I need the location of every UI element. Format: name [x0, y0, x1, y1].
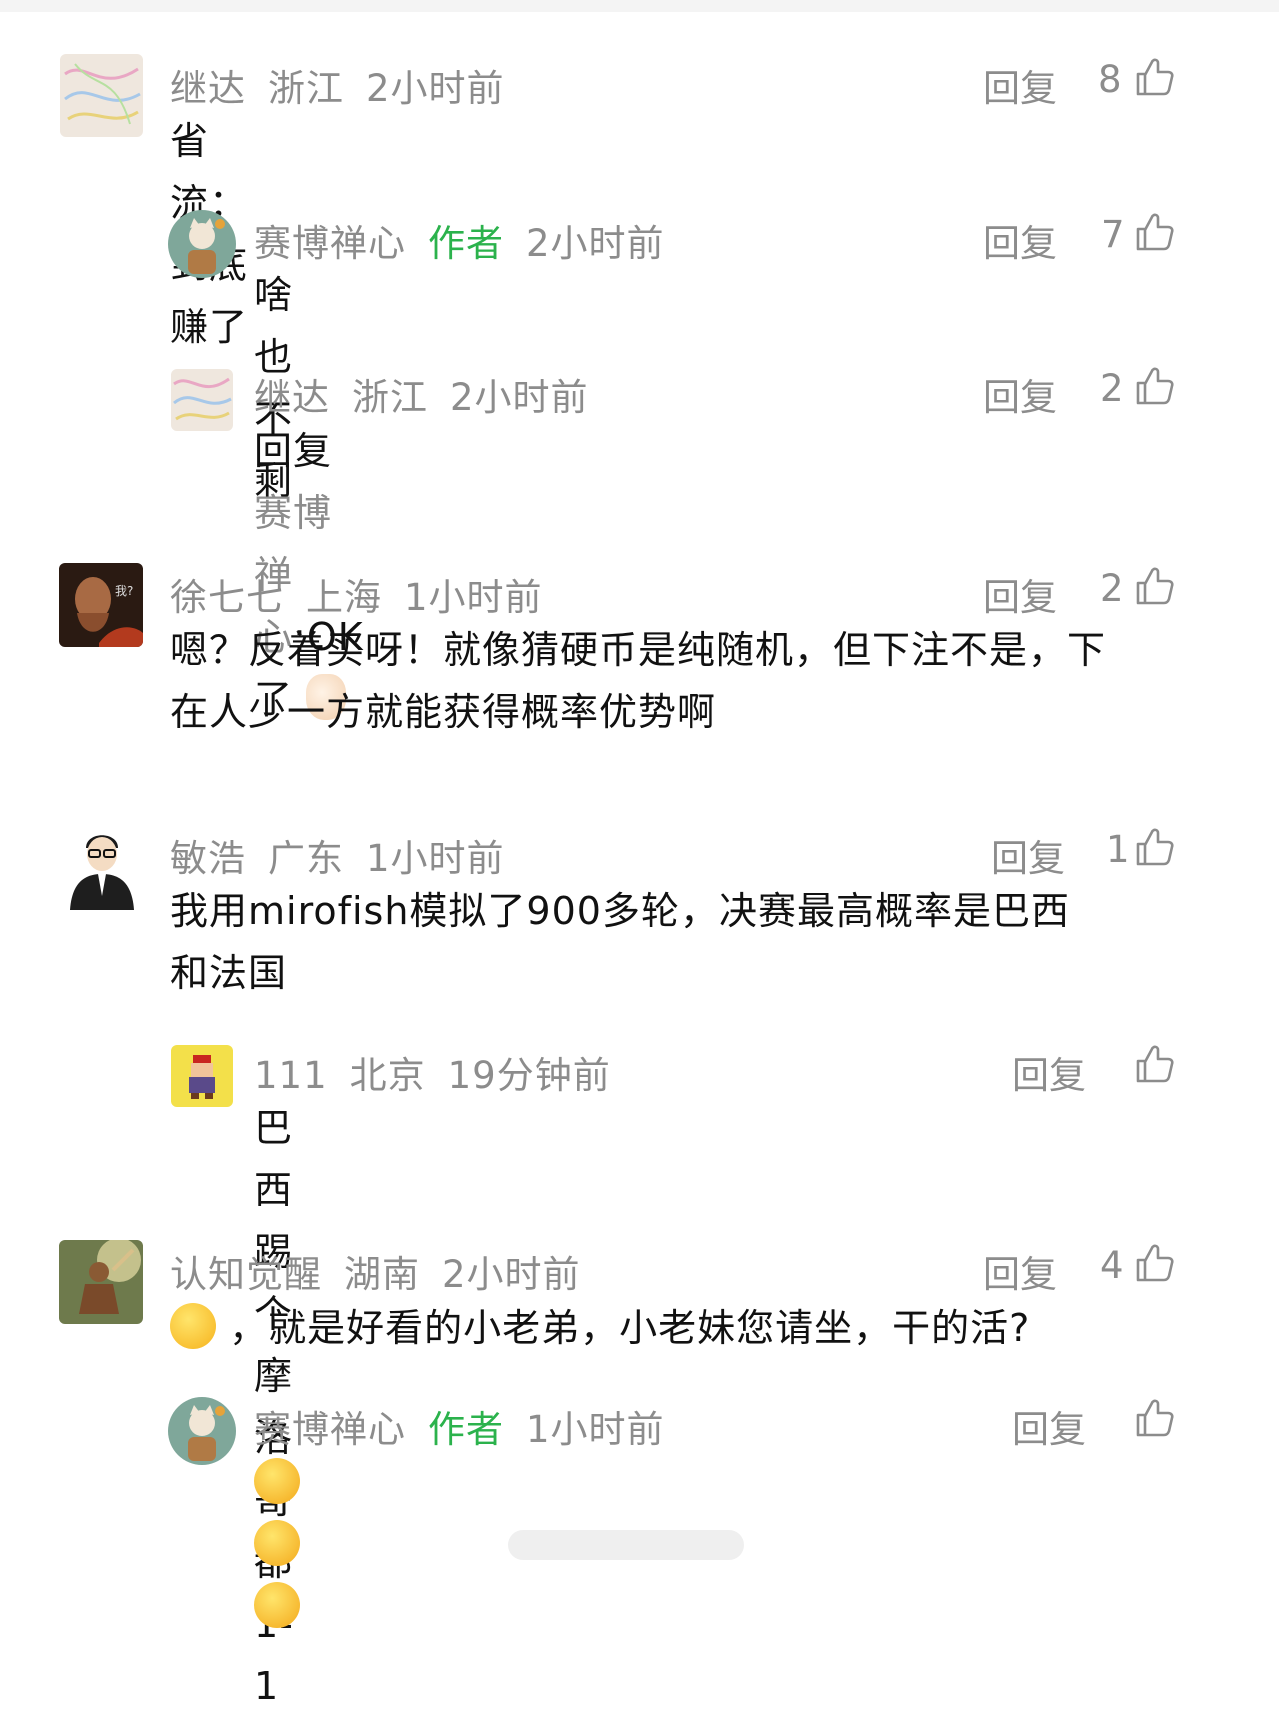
- thumbs-up-icon[interactable]: [1135, 212, 1175, 252]
- comment-text: 嗯？反着买呀！就像猜硬币是纯随机，但下注不是，下 在人少一方就能获得概率优势啊: [170, 619, 1210, 743]
- comment-text: 我用mirofish模拟了900多轮，决赛最高概率是巴西 和法国: [170, 880, 1210, 1004]
- location: 浙江: [268, 67, 344, 110]
- username[interactable]: 继达: [254, 376, 330, 419]
- comment-text-content: ，就是好看的小老弟，小老妹您请坐，干的活?: [229, 1306, 1031, 1350]
- thumbs-up-icon[interactable]: [1135, 57, 1175, 97]
- avatar[interactable]: [168, 210, 236, 278]
- comment-text: [254, 1452, 300, 1638]
- username[interactable]: 赛博禅心: [254, 1408, 406, 1451]
- like-count: 4: [1100, 1244, 1124, 1287]
- comment-text-line: 和法国: [170, 951, 288, 995]
- reply-button[interactable]: 回复: [983, 367, 1057, 421]
- timestamp: 1小时前: [366, 837, 505, 880]
- thumbs-up-icon[interactable]: [1135, 827, 1175, 867]
- reply-button[interactable]: 回复: [983, 213, 1057, 267]
- username[interactable]: 认知觉醒: [170, 1253, 322, 1296]
- avatar[interactable]: [171, 369, 233, 431]
- like-count: 2: [1100, 367, 1124, 410]
- author-badge: 作者: [428, 1408, 504, 1451]
- timestamp: 2小时前: [450, 376, 589, 419]
- username[interactable]: 赛博禅心: [254, 222, 406, 265]
- avatar[interactable]: [59, 1240, 143, 1324]
- author-badge: 作者: [428, 222, 504, 265]
- comment-meta: 继达 浙江 2小时前: [170, 58, 527, 112]
- comment-text-line: 嗯？反着买呀！就像猜硬币是纯随机，但下注不是，下: [170, 628, 1107, 672]
- shy-smile-emoji: [254, 1458, 300, 1504]
- avatar[interactable]: [60, 54, 143, 137]
- top-edge: [0, 0, 1279, 12]
- location: 浙江: [352, 376, 428, 419]
- username[interactable]: 继达: [170, 67, 246, 110]
- comment-meta: 敏浩 广东 1小时前: [170, 828, 527, 882]
- comment-text: ，就是好看的小老弟，小老妹您请坐，干的活?: [170, 1297, 1030, 1359]
- avatar[interactable]: [66, 826, 138, 910]
- timestamp: 19分钟前: [447, 1054, 611, 1097]
- avatar[interactable]: 我?: [59, 563, 143, 647]
- location: 湖南: [344, 1253, 420, 1296]
- thumbs-up-icon[interactable]: [1135, 1398, 1175, 1438]
- comment-text-line: 我用mirofish模拟了900多轮，决赛最高概率是巴西: [170, 889, 1070, 933]
- avatar[interactable]: [168, 1397, 236, 1465]
- location: 广东: [268, 837, 344, 880]
- avatar[interactable]: [171, 1045, 233, 1107]
- thumbs-up-icon[interactable]: [1135, 1044, 1175, 1084]
- avatar-caption: 我?: [115, 584, 133, 598]
- bottom-home-indicator: [508, 1530, 744, 1560]
- username[interactable]: 敏浩: [170, 837, 246, 880]
- shy-smile-emoji: [254, 1520, 300, 1566]
- like-count: 2: [1100, 567, 1124, 610]
- thumbs-up-icon[interactable]: [1135, 566, 1175, 606]
- thumbs-up-icon[interactable]: [1135, 366, 1175, 406]
- like-count: 1: [1106, 828, 1130, 871]
- username[interactable]: 111: [254, 1054, 328, 1097]
- reply-button[interactable]: 回复: [991, 828, 1065, 882]
- thumbs-up-icon[interactable]: [1135, 1243, 1175, 1283]
- comment-meta: 赛博禅心 作者 1小时前: [254, 1399, 687, 1453]
- reply-button[interactable]: 回复: [1012, 1399, 1086, 1453]
- username[interactable]: 徐七七: [170, 576, 284, 619]
- shy-smile-emoji: [254, 1582, 300, 1628]
- timestamp: 1小时前: [526, 1408, 665, 1451]
- reply-button[interactable]: 回复: [983, 1244, 1057, 1298]
- like-count: 7: [1101, 213, 1125, 256]
- location: 上海: [306, 576, 382, 619]
- location: 北京: [349, 1054, 426, 1097]
- reply-prefix: 回复: [254, 429, 333, 473]
- comment-meta: 徐七七 上海 1小时前: [170, 567, 565, 621]
- timestamp: 2小时前: [366, 67, 505, 110]
- reply-button[interactable]: 回复: [1012, 1045, 1086, 1099]
- comment-meta: 继达 浙江 2小时前: [254, 367, 611, 421]
- comment-meta: 111 北京 19分钟前: [254, 1045, 633, 1099]
- reply-button[interactable]: 回复: [983, 58, 1057, 112]
- comment-meta: 认知觉醒 湖南 2小时前: [170, 1244, 603, 1298]
- timestamp: 2小时前: [442, 1253, 581, 1296]
- timestamp: 1小时前: [404, 576, 543, 619]
- timestamp: 2小时前: [526, 222, 665, 265]
- reply-button[interactable]: 回复: [983, 567, 1057, 621]
- like-count: 8: [1098, 58, 1122, 101]
- comment-text-line: 在人少一方就能获得概率优势啊: [170, 690, 717, 734]
- comment-meta: 赛博禅心 作者 2小时前: [254, 213, 687, 267]
- grinning-emoji: [170, 1303, 216, 1349]
